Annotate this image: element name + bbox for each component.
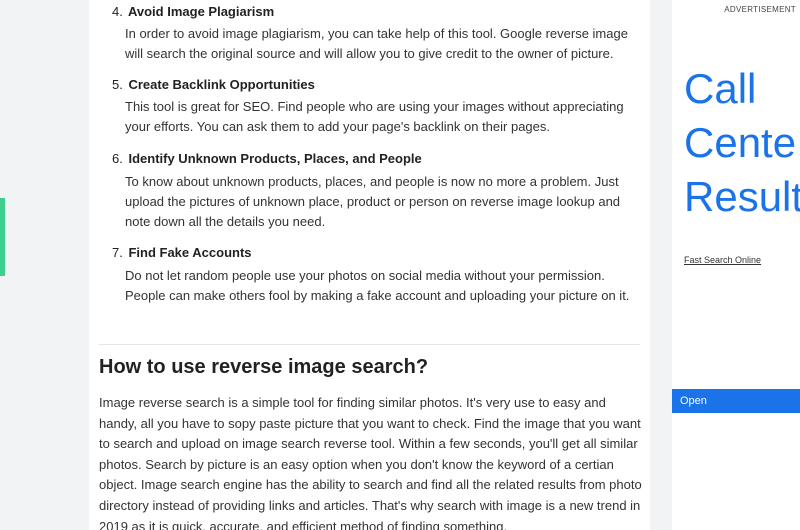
list-item-title: 4. Avoid Image Plagiarism [112, 4, 274, 19]
section-heading: How to use reverse image search? [99, 356, 429, 378]
section-divider [99, 344, 640, 345]
advertisement-panel[interactable]: Search Online ADVERTISEMENT Call Cente R… [672, 0, 800, 530]
ad-headline[interactable]: Call Cente Result [684, 62, 800, 224]
section-body-text: Image reverse search is a simple tool fo… [99, 395, 642, 530]
list-item-description: To know about unknown products, places, … [125, 174, 621, 229]
left-accent-bar [0, 198, 5, 276]
list-item-title-text: Avoid Image Plagiarism [127, 4, 275, 19]
ad-headline-line[interactable]: Result [684, 170, 800, 224]
ad-source-link[interactable]: Fast Search Online [684, 255, 761, 265]
list-item-title: 5. Create Backlink Opportunities [112, 77, 315, 92]
ad-label: ADVERTISEMENT [724, 5, 796, 14]
ad-open-button[interactable]: Open [672, 389, 800, 413]
list-item-description: This tool is great for SEO. Find people … [125, 99, 624, 134]
list-item-title-text: Create Backlink Opportunities [128, 77, 315, 92]
list-item-number: 6. [112, 151, 123, 166]
list-item-title-text: Find Fake Accounts [128, 245, 252, 260]
list-item-title: 7. Find Fake Accounts [112, 245, 252, 260]
list-item-description: Do not let random people use your photos… [125, 268, 630, 303]
ad-headline-line[interactable]: Call [684, 62, 800, 116]
list-item-number: 5. [112, 77, 123, 92]
list-item-description: In order to avoid image plagiarism, you … [125, 26, 628, 61]
list-item-title-text: Identify Unknown Products, Places, and P… [128, 151, 422, 166]
list-item-number: 7. [112, 245, 123, 260]
article-content: 4. Avoid Image Plagiarism In order to av… [89, 0, 650, 530]
list-item-title: 6. Identify Unknown Products, Places, an… [112, 151, 422, 166]
ad-headline-line[interactable]: Cente [684, 116, 800, 170]
list-item-number: 4. [112, 4, 123, 19]
